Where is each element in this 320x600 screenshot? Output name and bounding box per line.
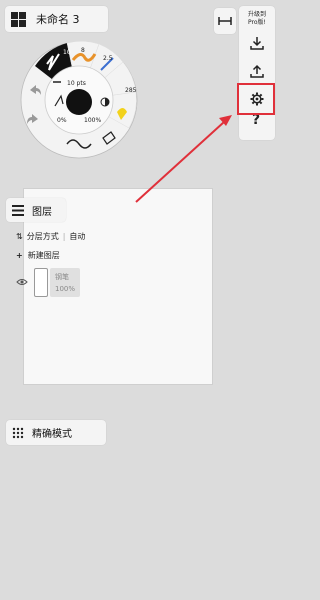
layers-title: 图层 xyxy=(32,206,52,218)
layer-info[interactable]: 钢笔 100% xyxy=(50,268,80,297)
size-label-2: 8 xyxy=(81,47,85,54)
export-button[interactable] xyxy=(242,59,272,83)
undo-icon[interactable] xyxy=(28,84,42,96)
size-label-1: 10 xyxy=(63,49,71,56)
redo-icon[interactable] xyxy=(26,113,40,125)
layers-panel-toggle[interactable]: 图层 xyxy=(6,198,66,222)
opacity-max: 100% xyxy=(84,117,101,124)
fit-width-icon xyxy=(218,17,232,25)
split-mode-label: 分层方式 xyxy=(26,232,59,241)
size-value: 10 pts xyxy=(67,80,86,87)
dots-grid-icon xyxy=(12,427,24,438)
size-label-3: 2.5 xyxy=(103,55,113,62)
download-icon xyxy=(250,37,264,50)
precision-mode-button[interactable]: 精确模式 xyxy=(6,420,106,445)
document-title-bar[interactable]: 未命名 3 xyxy=(5,6,108,32)
upload-icon xyxy=(250,64,264,78)
layers-icon xyxy=(12,204,24,216)
help-button[interactable]: ? xyxy=(244,112,268,134)
tool-wheel[interactable]: 10 8 2.5 285 10 pts 0% 100% xyxy=(19,40,139,160)
color-swatch[interactable] xyxy=(66,89,92,115)
split-mode-row[interactable]: ⇅ 分层方式 | 自动 xyxy=(16,231,85,242)
opacity-min: 0% xyxy=(57,117,67,124)
document-title[interactable]: 未命名 3 xyxy=(36,11,80,27)
precision-mode-label: 精确模式 xyxy=(32,429,72,440)
new-layer-label: 新建图层 xyxy=(27,251,60,260)
layer-thumbnail[interactable] xyxy=(34,268,48,297)
eye-icon[interactable] xyxy=(16,278,28,286)
split-mode-value[interactable]: 自动 xyxy=(69,231,85,242)
settings-highlight-box xyxy=(237,83,275,115)
upgrade-line2: Pro版! xyxy=(248,19,266,26)
plus-icon: + xyxy=(16,251,23,260)
sort-icon: ⇅ xyxy=(16,232,23,241)
new-layer-button[interactable]: + 新建图层 xyxy=(16,250,60,261)
import-button[interactable] xyxy=(242,31,272,55)
layer-opacity: 100% xyxy=(55,285,76,293)
divider: | xyxy=(62,232,66,241)
upgrade-pro-link[interactable]: 升级到 Pro版! xyxy=(248,11,266,27)
size-label-4: 285 xyxy=(125,87,137,94)
fit-width-button[interactable] xyxy=(214,8,236,34)
layer-name: 钢笔 xyxy=(55,273,69,281)
gallery-grid-icon[interactable] xyxy=(11,11,26,27)
upgrade-line1: 升级到 xyxy=(247,11,266,18)
